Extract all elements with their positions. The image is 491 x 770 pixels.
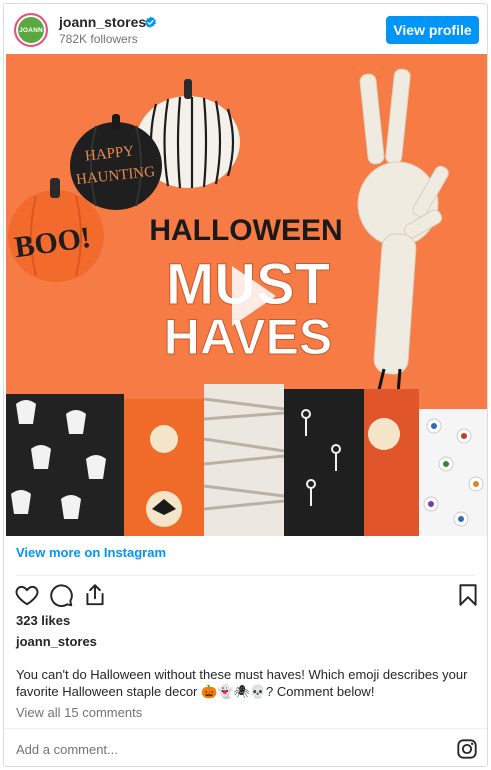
fabric-bolts [6, 384, 487, 536]
post-caption: You can't do Halloween without these mus… [16, 667, 468, 699]
add-comment-input[interactable]: Add a comment... [16, 742, 118, 757]
avatar-logo-text: JOANN [19, 26, 43, 34]
post-header: JOANN joann_stores 782K followers View p… [4, 4, 487, 54]
view-all-comments-link[interactable]: View all 15 comments [16, 705, 142, 720]
instagram-logo-icon[interactable] [456, 738, 478, 760]
heart-icon[interactable] [14, 582, 40, 608]
share-icon[interactable] [82, 582, 108, 608]
comment-icon[interactable] [48, 582, 74, 608]
follower-count: 782K followers [59, 32, 138, 46]
headline-halloween: HALLOWEEN [149, 214, 342, 247]
divider [4, 728, 487, 729]
play-button-icon[interactable] [217, 262, 285, 330]
bookmark-icon[interactable] [455, 582, 481, 608]
instagram-embed: JOANN joann_stores 782K followers View p… [3, 3, 488, 767]
post-media[interactable]: HAPPY HAUNTING BOO! HALLOWEEN HAVES [6, 54, 487, 536]
avatar[interactable]: JOANN [14, 13, 48, 47]
caption-username[interactable]: joann_stores [16, 634, 97, 649]
post-image: HAPPY HAUNTING BOO! HALLOWEEN HAVES [6, 54, 487, 536]
divider [16, 575, 475, 576]
view-more-link[interactable]: View more on Instagram [16, 545, 166, 560]
like-count[interactable]: 323 likes [16, 613, 70, 628]
action-bar [14, 582, 479, 610]
verified-badge-icon [145, 16, 156, 28]
profile-username[interactable]: joann_stores [59, 14, 146, 30]
view-profile-button[interactable]: View profile [386, 16, 479, 44]
